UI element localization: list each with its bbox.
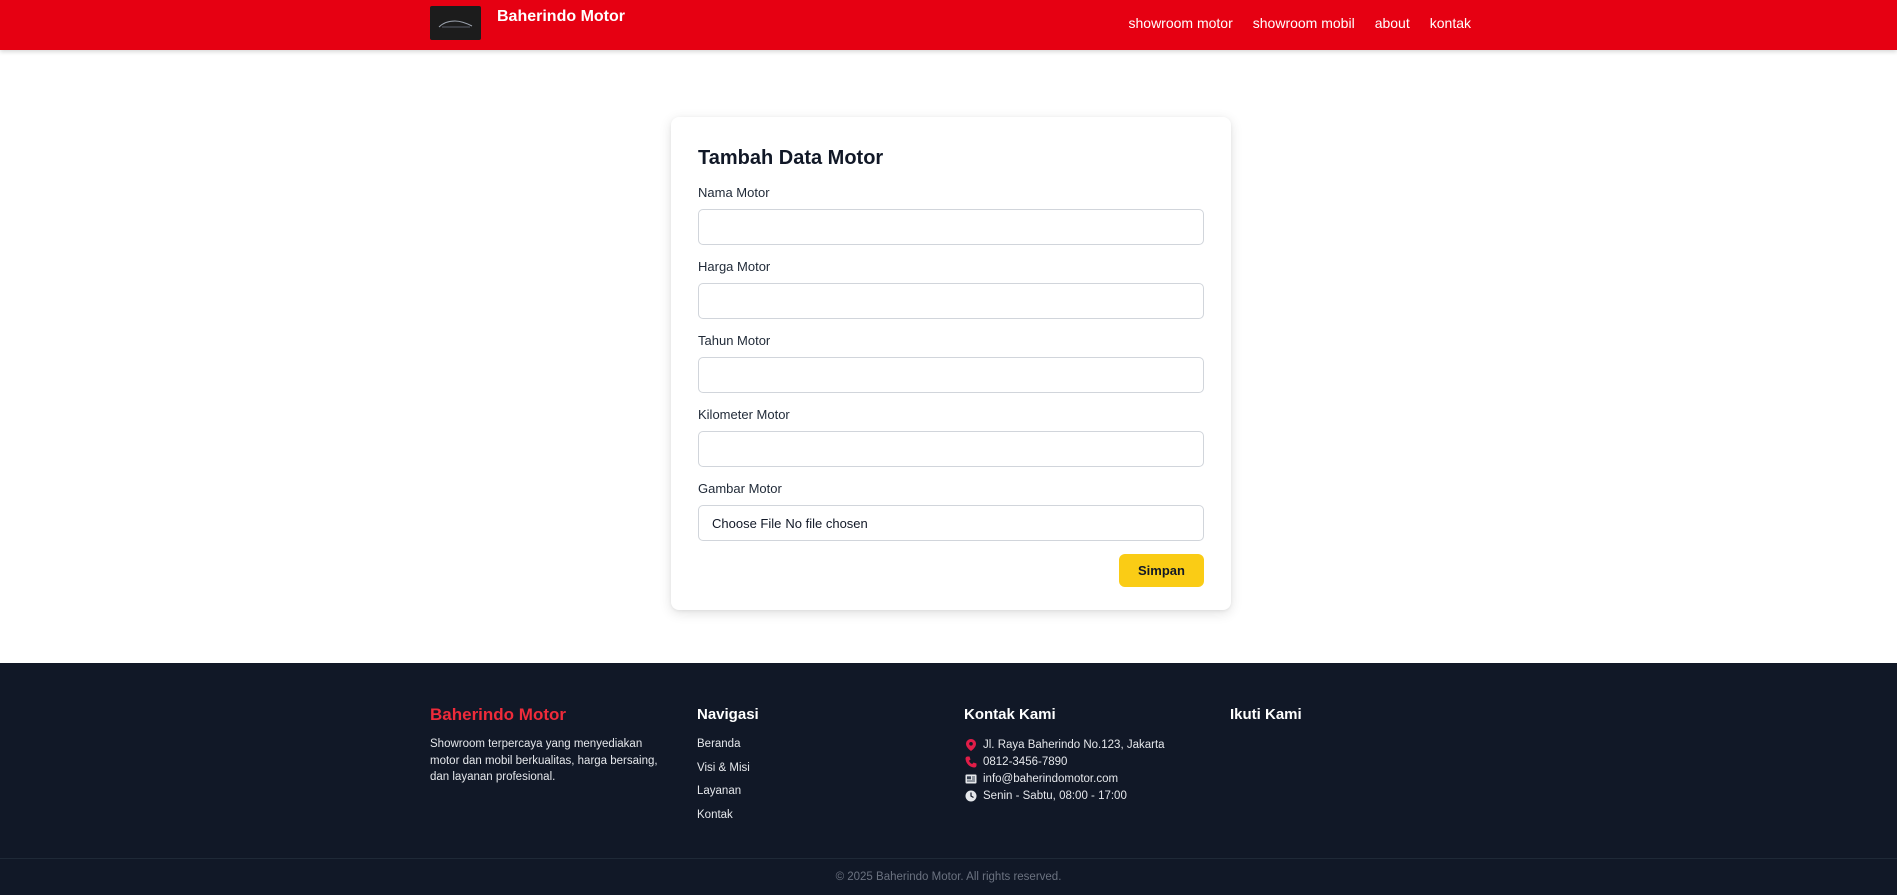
site-header: Baherindo Motor showroom motor showroom … (0, 0, 1897, 50)
save-button[interactable]: Simpan (1119, 554, 1204, 587)
add-motor-form-card: Tambah Data Motor Nama Motor Harga Motor… (671, 117, 1231, 610)
footer-contact-section: Kontak Kami Jl. Raya Baherindo No.123, J… (964, 705, 1165, 804)
contact-hours-text: Senin - Sabtu, 08:00 - 17:00 (983, 789, 1127, 802)
nav-showroom-mobil[interactable]: showroom mobil (1253, 15, 1355, 31)
site-footer: Baherindo Motor Showroom terpercaya yang… (0, 663, 1897, 895)
field-kilometer-motor: Kilometer Motor (698, 407, 1204, 467)
phone-icon (964, 755, 978, 768)
contact-address-text: Jl. Raya Baherindo No.123, Jakarta (983, 738, 1165, 751)
footer-follow-section: Ikuti Kami (1230, 705, 1302, 736)
contact-phone: 0812-3456-7890 (964, 753, 1165, 770)
contact-phone-text: 0812-3456-7890 (983, 755, 1068, 768)
footer-brand-section: Baherindo Motor Showroom terpercaya yang… (430, 705, 670, 786)
field-tahun-motor: Tahun Motor (698, 333, 1204, 393)
nav-showroom-motor[interactable]: showroom motor (1129, 15, 1233, 31)
kilometer-motor-label: Kilometer Motor (698, 407, 790, 422)
choose-file-button[interactable]: Choose File (712, 516, 781, 531)
footer-navigation-section: Navigasi Beranda Visi & Misi Layanan Kon… (697, 705, 759, 830)
footer-contact-title: Kontak Kami (964, 706, 1056, 723)
car-logo-icon (438, 20, 473, 28)
footer-link-layanan[interactable]: Layanan (697, 783, 759, 807)
nav-about[interactable]: about (1375, 15, 1410, 31)
main-nav: showroom motor showroom mobil about kont… (1129, 15, 1472, 31)
contact-hours: Senin - Sabtu, 08:00 - 17:00 (964, 787, 1165, 804)
field-nama-motor: Nama Motor (698, 185, 1204, 245)
tahun-motor-input[interactable] (698, 357, 1204, 393)
footer-link-kontak[interactable]: Kontak (697, 807, 759, 831)
footer-link-beranda[interactable]: Beranda (697, 736, 759, 760)
footer-follow-title: Ikuti Kami (1230, 706, 1302, 723)
footer-copyright: © 2025 Baherindo Motor. All rights reser… (0, 858, 1897, 895)
contact-address: Jl. Raya Baherindo No.123, Jakarta (964, 736, 1165, 753)
form-actions: Simpan (698, 554, 1204, 587)
email-icon (964, 772, 978, 785)
footer-brand-description: Showroom terpercaya yang menyediakan mot… (430, 738, 658, 783)
brand-logo[interactable] (430, 6, 481, 40)
nama-motor-label: Nama Motor (698, 185, 770, 200)
kilometer-motor-input[interactable] (698, 431, 1204, 467)
harga-motor-label: Harga Motor (698, 259, 771, 274)
map-pin-icon (964, 738, 978, 751)
tahun-motor-label: Tahun Motor (698, 333, 771, 348)
footer-brand-title: Baherindo Motor (430, 705, 566, 724)
footer-navigation-title: Navigasi (697, 706, 759, 723)
nama-motor-input[interactable] (698, 209, 1204, 245)
gambar-motor-label: Gambar Motor (698, 481, 782, 496)
footer-link-visi-misi[interactable]: Visi & Misi (697, 760, 759, 784)
field-harga-motor: Harga Motor (698, 259, 1204, 319)
footer-contact-list: Jl. Raya Baherindo No.123, Jakarta 0812-… (964, 736, 1165, 804)
nav-kontak[interactable]: kontak (1430, 15, 1471, 31)
harga-motor-input[interactable] (698, 283, 1204, 319)
gambar-motor-file-input[interactable]: Choose File No file chosen (698, 505, 1204, 541)
footer-navigation-list: Beranda Visi & Misi Layanan Kontak (697, 736, 759, 830)
form-title: Tambah Data Motor (698, 147, 884, 169)
brand-name[interactable]: Baherindo Motor (497, 8, 625, 26)
contact-email-text: info@baherindomotor.com (983, 772, 1119, 785)
field-gambar-motor: Gambar Motor Choose File No file chosen (698, 481, 1204, 541)
contact-email: info@baherindomotor.com (964, 770, 1165, 787)
file-status-text: No file chosen (785, 515, 868, 531)
clock-icon (964, 789, 978, 802)
